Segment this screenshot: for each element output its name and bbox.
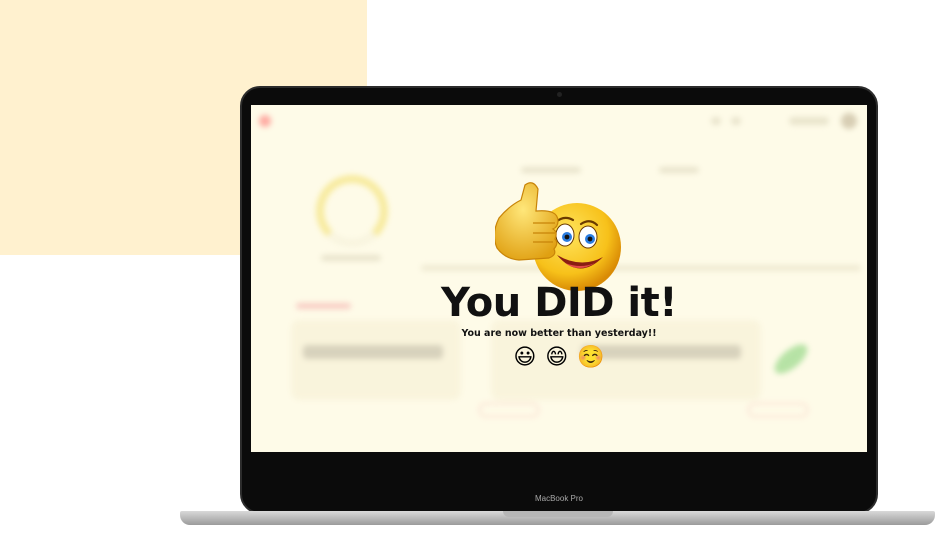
success-headline: You DID it! bbox=[441, 280, 677, 326]
laptop-screen: You DID it! You are now better than yest… bbox=[251, 105, 867, 452]
device-model-label: MacBook Pro bbox=[534, 494, 584, 503]
success-subline: You are now better than yesterday!! bbox=[461, 328, 657, 339]
beaming-face-icon: 😄 bbox=[545, 345, 569, 370]
success-overlay: You DID it! You are now better than yest… bbox=[251, 105, 867, 452]
thumbs-up-smiley-icon bbox=[495, 182, 621, 291]
laptop-base-notch bbox=[503, 511, 613, 517]
emoji-row: 😃 😄 ☺️ bbox=[251, 345, 867, 370]
smiling-face-icon: ☺️ bbox=[577, 345, 605, 370]
stage: You DID it! You are now better than yest… bbox=[0, 0, 940, 542]
camera-icon bbox=[557, 92, 562, 97]
grinning-face-icon: 😃 bbox=[513, 345, 537, 370]
